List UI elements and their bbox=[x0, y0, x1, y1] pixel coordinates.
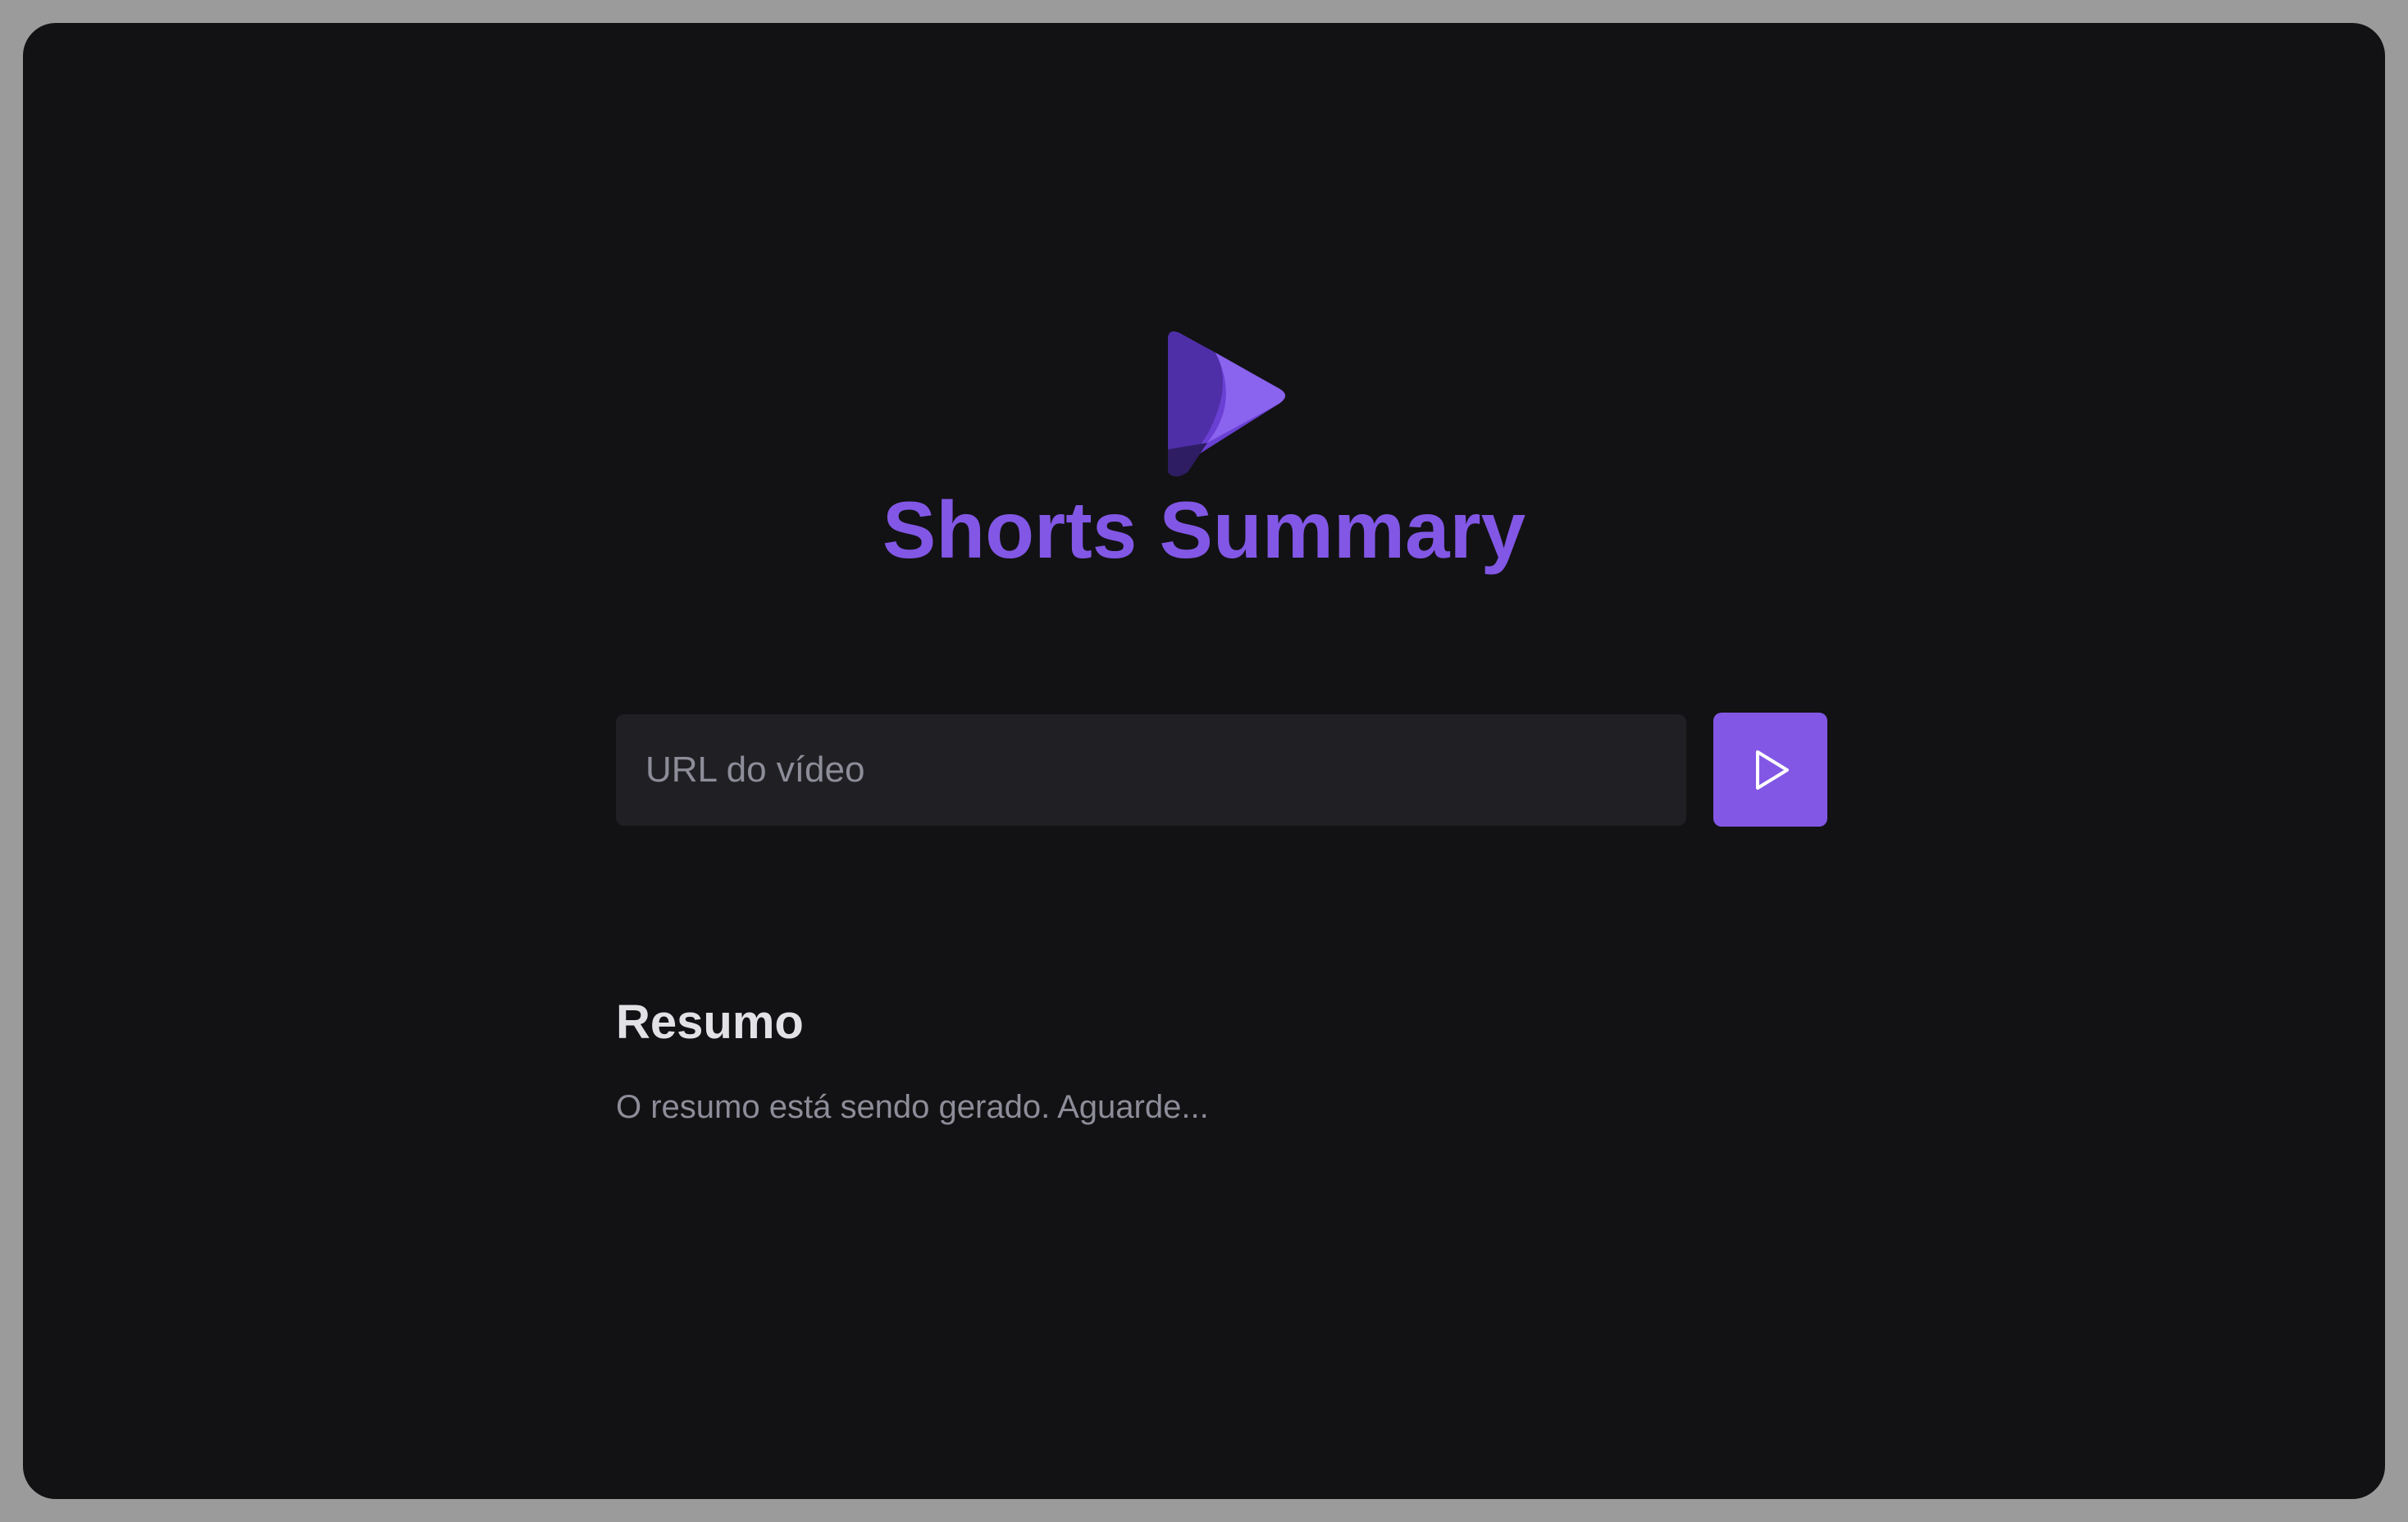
app-screen: Shorts Summary Resumo O resumo está send… bbox=[23, 23, 2385, 1499]
summary-heading: Resumo bbox=[616, 996, 804, 1049]
play-icon bbox=[1755, 750, 1789, 790]
app-title: Shorts Summary bbox=[882, 485, 1526, 575]
summary-status-text: O resumo está sendo gerado. Aguarde... bbox=[616, 1089, 1209, 1125]
submit-button[interactable] bbox=[1713, 713, 1827, 827]
play-logo-icon bbox=[1168, 331, 1285, 476]
video-url-input[interactable] bbox=[616, 714, 1686, 826]
device-frame: Shorts Summary Resumo O resumo está send… bbox=[0, 0, 2408, 1522]
